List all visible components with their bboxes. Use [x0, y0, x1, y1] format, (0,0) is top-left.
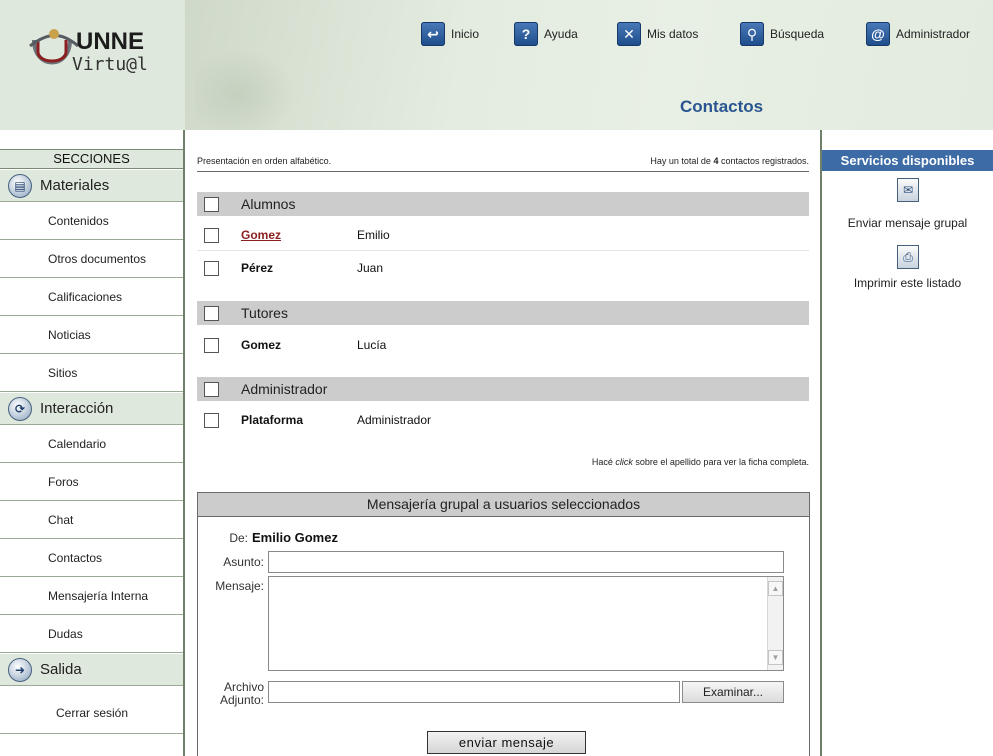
click-hint: Hacé click sobre el apellido para ver la…	[591, 457, 809, 467]
attach-label: Archivo Adjunto:	[219, 680, 264, 707]
nav-label: Inicio	[451, 27, 480, 41]
services-panel: Servicios disponibles ✉ Enviar mensaje g…	[822, 130, 993, 756]
main-content: Presentación en orden alfabético. Hay un…	[185, 130, 821, 756]
sidebar-item-noticias[interactable]: Noticias	[0, 317, 183, 354]
header: UNNE Virtu@l ↩ Inicio ? Ayuda ✕ Mis dato…	[0, 0, 993, 130]
scroll-up-icon[interactable]: ▲	[768, 581, 783, 596]
textarea-scrollbar[interactable]: ▲ ▼	[767, 577, 783, 670]
total-note: Hay un total de 4 contactos registrados.	[650, 155, 809, 166]
contact-surname[interactable]: Pérez	[241, 261, 357, 275]
order-note: Presentación en orden alfabético.	[197, 155, 332, 166]
panel-title: Mensajería grupal a usuarios seleccionad…	[198, 493, 809, 517]
group-title: Alumnos	[241, 196, 296, 212]
sidebar-item-foros[interactable]: Foros	[0, 464, 183, 501]
section-salida: ➜ Salida	[0, 654, 183, 686]
sidebar-item-otros-documentos[interactable]: Otros documentos	[0, 241, 183, 278]
logo-area: UNNE Virtu@l	[0, 0, 185, 130]
profile-icon: ✕	[617, 22, 641, 46]
sidebar-item-contactos[interactable]: Contactos	[0, 540, 183, 577]
contact-name: Administrador	[357, 413, 432, 427]
header-banner	[185, 0, 993, 130]
sidebar-item-cerrar-sesion[interactable]: Cerrar sesión	[0, 692, 183, 734]
group-header-tutores: Tutores	[197, 301, 809, 325]
service-print-list[interactable]: Imprimir este listado	[822, 276, 993, 290]
browse-button[interactable]: Examinar...	[682, 681, 784, 703]
home-icon: ↩	[421, 22, 445, 46]
from-value: Emilio Gomez	[252, 530, 338, 545]
page-title: Contactos	[680, 97, 764, 116]
contact-row: Gomez Emilio	[197, 223, 809, 247]
section-label: Salida	[40, 661, 82, 678]
sidebar: SECCIONES ▤ Materiales Contenidos Otros …	[0, 130, 185, 756]
nav-ayuda[interactable]: ? Ayuda	[514, 22, 578, 46]
send-message-button[interactable]: enviar mensaje	[427, 731, 586, 754]
group-title: Administrador	[241, 381, 328, 397]
nav-label: Búsqueda	[770, 27, 825, 41]
nav-label: Administrador	[896, 27, 971, 41]
attach-file-input[interactable]	[268, 681, 680, 703]
nav-label: Ayuda	[544, 27, 578, 41]
sidebar-item-calificaciones[interactable]: Calificaciones	[0, 279, 183, 316]
nav-inicio[interactable]: ↩ Inicio	[421, 22, 479, 46]
sidebar-item-chat[interactable]: Chat	[0, 502, 183, 539]
section-interaccion: ⟳ Interacción	[0, 393, 183, 425]
materials-icon: ▤	[8, 173, 32, 198]
services-title: Servicios disponibles	[822, 150, 993, 171]
contact-name: Emilio	[357, 228, 390, 242]
group-checkbox[interactable]	[204, 196, 219, 212]
logo-line1: UNNE	[76, 28, 144, 55]
group-title: Tutores	[241, 305, 288, 321]
subject-label: Asunto:	[223, 555, 264, 569]
contact-name: Juan	[357, 261, 384, 275]
exit-icon: ➜	[8, 657, 32, 682]
group-checkbox[interactable]	[204, 305, 219, 321]
body-label: Mensaje:	[215, 579, 264, 593]
contact-row: Pérez Juan	[197, 256, 809, 280]
contact-row: Gomez Lucía	[197, 333, 809, 357]
at-icon: @	[866, 22, 890, 46]
contact-surname[interactable]: Gomez	[241, 338, 357, 352]
sidebar-title: SECCIONES	[0, 149, 183, 169]
search-icon: ⚲	[740, 22, 764, 46]
group-checkbox[interactable]	[204, 381, 219, 397]
logo-line2: Virtu@l	[72, 54, 148, 75]
nav-administrador[interactable]: @ Administrador	[866, 22, 970, 46]
help-icon: ?	[514, 22, 538, 46]
sidebar-item-contenidos[interactable]: Contenidos	[0, 203, 183, 240]
contact-checkbox[interactable]	[204, 337, 219, 353]
sidebar-item-dudas[interactable]: Dudas	[0, 616, 183, 653]
message-textarea[interactable]	[268, 576, 784, 671]
sidebar-item-sitios[interactable]: Sitios	[0, 355, 183, 392]
interaction-icon: ⟳	[8, 396, 32, 421]
group-message-panel: Mensajería grupal a usuarios seleccionad…	[197, 492, 810, 756]
service-send-group-message[interactable]: Enviar mensaje grupal	[822, 216, 993, 230]
section-label: Materiales	[40, 177, 110, 194]
nav-label: Mis datos	[647, 27, 699, 41]
banner-decoration	[195, 40, 305, 130]
nav-mis-datos[interactable]: ✕ Mis datos	[617, 22, 698, 46]
contact-surname[interactable]: Plataforma	[241, 413, 357, 427]
sidebar-item-mensajeria-interna[interactable]: Mensajería Interna	[0, 578, 183, 615]
section-label: Interacción	[40, 400, 114, 417]
row-divider	[197, 250, 809, 251]
sidebar-item-calendario[interactable]: Calendario	[0, 426, 183, 463]
contact-checkbox[interactable]	[204, 412, 219, 428]
info-bar: Presentación en orden alfabético. Hay un…	[197, 150, 809, 172]
section-materiales: ▤ Materiales	[0, 170, 183, 202]
scroll-down-icon[interactable]: ▼	[768, 650, 783, 665]
subject-input[interactable]	[268, 551, 784, 573]
contact-name: Lucía	[357, 338, 387, 352]
contact-surname-link[interactable]: Gomez	[241, 228, 357, 242]
from-label: De:	[229, 531, 248, 545]
print-icon[interactable]: ⎙	[897, 245, 919, 269]
group-message-icon[interactable]: ✉	[897, 178, 919, 202]
group-header-alumnos: Alumnos	[197, 192, 809, 216]
contact-checkbox[interactable]	[204, 260, 219, 276]
contact-checkbox[interactable]	[204, 227, 219, 243]
nav-busqueda[interactable]: ⚲ Búsqueda	[740, 22, 824, 46]
contact-row: Plataforma Administrador	[197, 408, 809, 432]
group-header-administrador: Administrador	[197, 377, 809, 401]
unne-logo[interactable]: UNNE Virtu@l	[28, 22, 168, 82]
